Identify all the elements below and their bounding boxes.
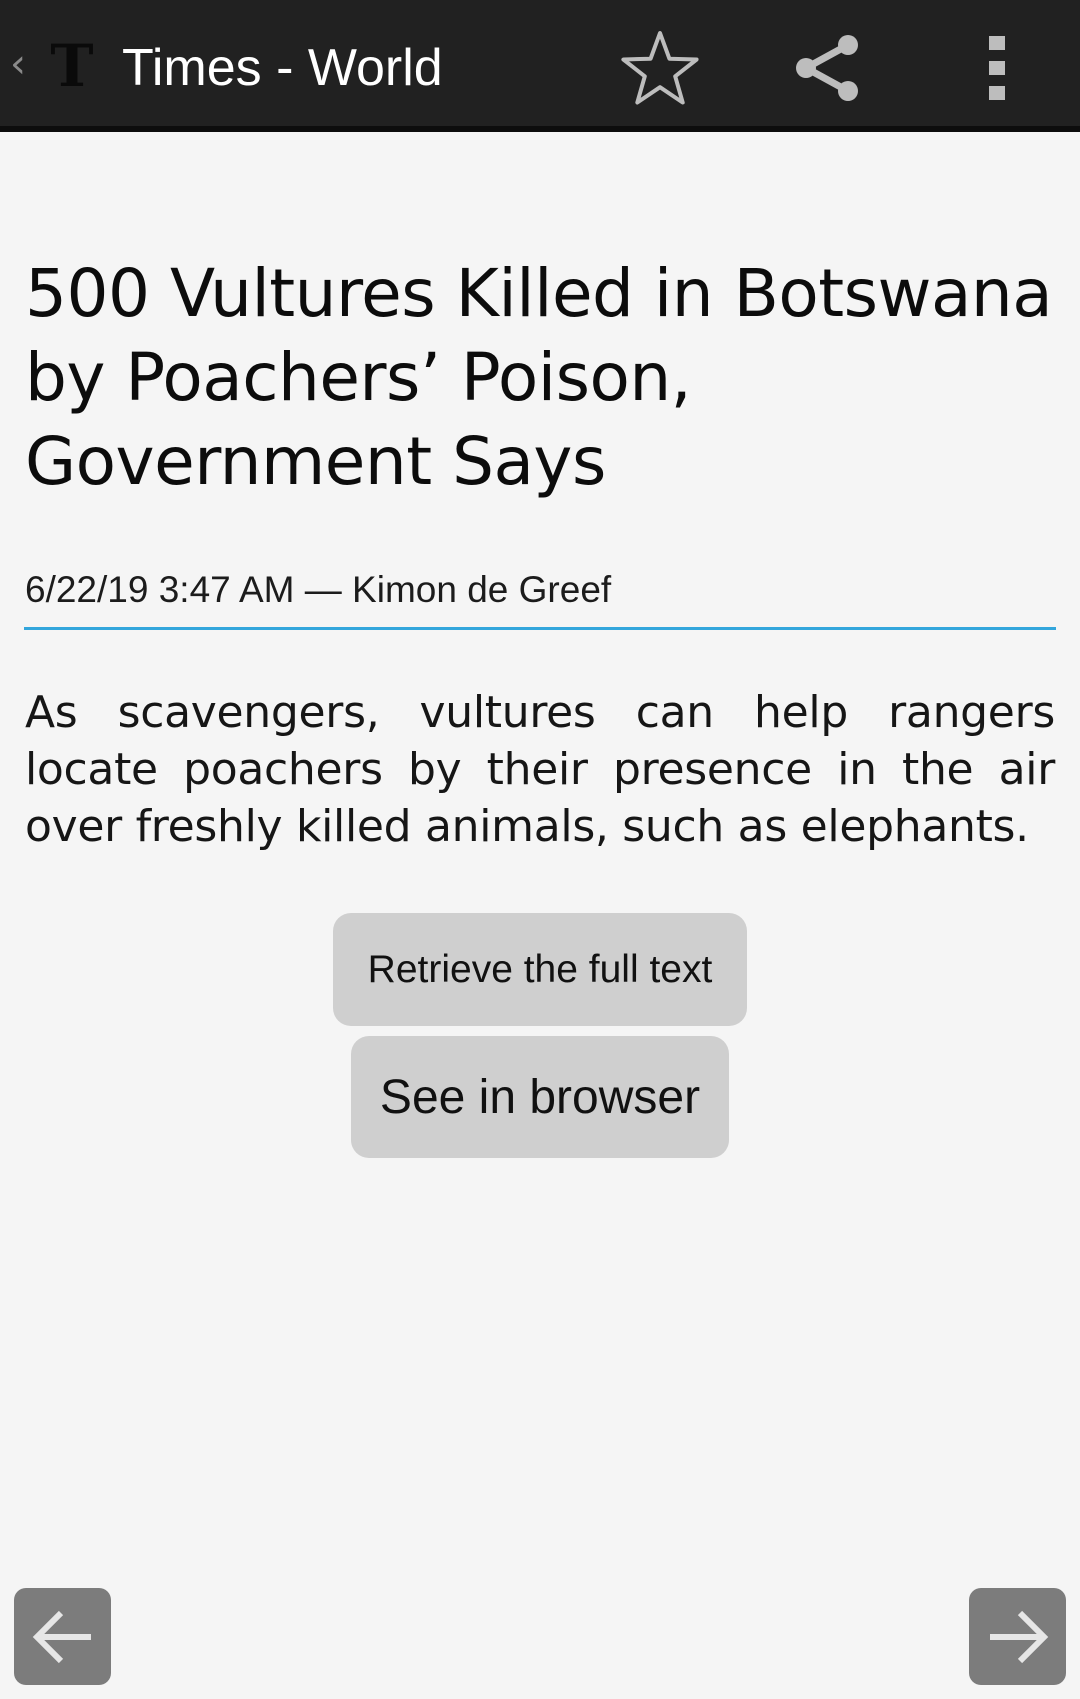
arrow-right-icon — [989, 1610, 1048, 1663]
article-meta: 6/22/19 3:47 AM — Kimon de Greef — [25, 566, 1055, 614]
action-bar: ‹ T Times - World — [0, 0, 1080, 132]
share-icon[interactable] — [786, 26, 870, 110]
overflow-menu-icon[interactable] — [954, 26, 1040, 110]
article-date: 6/22/19 3:47 AM — [25, 569, 295, 610]
star-outline-icon[interactable] — [618, 26, 702, 110]
article-author: Kimon de Greef — [352, 569, 612, 610]
retrieve-full-text-button[interactable]: Retrieve the full text — [333, 913, 747, 1026]
action-bar-title[interactable]: Times - World — [122, 36, 443, 100]
meta-divider — [24, 627, 1056, 630]
article-headline: 500 Vultures Killed in Botswana by Poach… — [25, 255, 1053, 500]
arrow-left-icon — [32, 1610, 91, 1663]
previous-article-button[interactable] — [14, 1588, 111, 1685]
article-summary: As scavengers, vultures can help rangers… — [25, 687, 1055, 852]
back-chevron-icon[interactable]: ‹ — [10, 42, 30, 86]
nyt-logo-icon[interactable]: T — [46, 36, 98, 96]
next-article-button[interactable] — [969, 1588, 1066, 1685]
meta-separator: — — [294, 569, 353, 610]
see-in-browser-button[interactable]: See in browser — [351, 1036, 729, 1158]
